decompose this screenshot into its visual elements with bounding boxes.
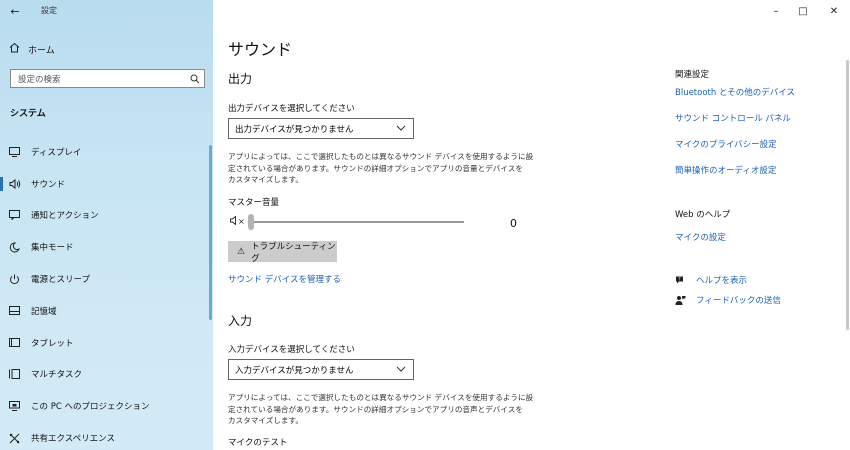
mic-test-label: マイクのテスト bbox=[228, 438, 288, 448]
input-device-dropdown[interactable]: 入力デバイスが見つかりません bbox=[228, 359, 414, 380]
master-volume-slider-thumb[interactable] bbox=[248, 214, 254, 230]
home-label: ホーム bbox=[28, 45, 55, 56]
multitask-icon bbox=[0, 369, 31, 380]
page-title: サウンド bbox=[228, 40, 293, 59]
sidebar-item-label: 集中モード bbox=[31, 243, 74, 254]
chevron-down-icon bbox=[396, 364, 406, 377]
bluetooth-devices-link[interactable]: Bluetooth とその他のデバイス bbox=[675, 86, 795, 98]
speaker-muted-mark: × bbox=[238, 217, 245, 226]
sidebar-nav: ディスプレイ サウンド 通知とアクション 集中モード 電源とスリープ 記憶域 タ… bbox=[0, 136, 213, 450]
chevron-down-icon bbox=[396, 123, 406, 136]
notification-icon bbox=[0, 210, 31, 221]
input-description-line: アプリによっては、ここで選択したものとは異なるサウンド デバイスを使用するように… bbox=[228, 393, 534, 402]
sidebar-item-label: 通知とアクション bbox=[31, 211, 99, 222]
sidebar-item-label: ディスプレイ bbox=[31, 147, 82, 158]
web-help-heading: Web のヘルプ bbox=[675, 210, 731, 220]
sidebar-item-label: 共有エクスペリエンス bbox=[31, 434, 115, 445]
sidebar-item-tablet[interactable]: タブレット bbox=[0, 327, 213, 359]
input-description: アプリによっては、ここで選択したものとは異なるサウンド デバイスを使用するように… bbox=[228, 392, 538, 427]
master-volume-label: マスター音量 bbox=[228, 198, 280, 208]
sound-control-panel-link[interactable]: サウンド コントロール パネル bbox=[675, 112, 791, 124]
feedback-person-icon bbox=[675, 295, 696, 306]
mic-privacy-link[interactable]: マイクのプライバシー設定 bbox=[675, 138, 777, 150]
sidebar-scrollbar[interactable] bbox=[209, 145, 212, 320]
sidebar-item-home[interactable]: ホーム bbox=[0, 38, 213, 60]
master-volume-value: 0 bbox=[510, 217, 517, 230]
get-help-label: ヘルプを表示 bbox=[696, 276, 748, 286]
sidebar-item-projection[interactable]: この PC へのプロジェクション bbox=[0, 390, 213, 422]
sidebar-item-storage[interactable]: 記憶域 bbox=[0, 295, 213, 327]
sidebar-item-power[interactable]: 電源とスリープ bbox=[0, 263, 213, 295]
sidebar-item-label: サウンド bbox=[31, 179, 66, 190]
main-scrollbar[interactable] bbox=[846, 60, 849, 330]
get-help-link[interactable]: ? ヘルプを表示 bbox=[675, 274, 747, 286]
search-input[interactable]: 設定の検索 bbox=[10, 69, 205, 88]
output-device-dropdown[interactable]: 出力デバイスが見つかりません bbox=[228, 118, 414, 139]
sound-icon bbox=[0, 178, 31, 189]
sidebar-item-label: 電源とスリープ bbox=[31, 275, 90, 286]
shared-experience-icon bbox=[0, 433, 31, 444]
sidebar-item-label: 記憶域 bbox=[31, 306, 57, 317]
related-settings-panel: 関連設定 Bluetooth とその他のデバイス サウンド コントロール パネル… bbox=[675, 0, 845, 450]
sidebar-item-shared-experiences[interactable]: 共有エクスペリエンス bbox=[0, 422, 213, 450]
output-device-value: 出力デバイスが見つかりません bbox=[235, 124, 354, 135]
sidebar-item-display[interactable]: ディスプレイ bbox=[0, 136, 213, 168]
home-icon bbox=[0, 42, 28, 56]
warning-icon: ⚠ bbox=[237, 246, 246, 257]
focus-moon-icon bbox=[0, 242, 31, 253]
output-device-label: 出力デバイスを選択してください bbox=[228, 104, 355, 114]
troubleshoot-button[interactable]: ⚠ トラブルシューティング bbox=[228, 241, 337, 264]
display-icon bbox=[0, 146, 31, 157]
power-icon bbox=[0, 274, 31, 285]
search-placeholder: 設定の検索 bbox=[18, 74, 61, 85]
back-arrow-icon: ← bbox=[10, 4, 20, 18]
app-title: 設定 bbox=[41, 6, 57, 15]
sidebar-titlebar: ← 設定 bbox=[0, 0, 213, 24]
output-description-line: アプリによっては、ここで選択したものとは異なるサウンド デバイスを使用するように… bbox=[228, 152, 534, 161]
input-device-label: 入力デバイスを選択してください bbox=[228, 345, 355, 355]
sidebar: ← 設定 ホーム 設定の検索 システム ディスプレイ サウンド 通知とアクション bbox=[0, 0, 213, 450]
output-description-line: 定されている場合があります。サウンドの詳細オプションでアプリの音量とデバイスを bbox=[228, 163, 523, 173]
input-description-line: 定されている場合があります。サウンドの詳細オプションでアプリの音声とデバイスを bbox=[228, 404, 523, 414]
speaker-muted-icon[interactable]: × bbox=[230, 215, 245, 226]
input-device-value: 入力デバイスが見つかりません bbox=[235, 365, 354, 376]
sidebar-item-focus[interactable]: 集中モード bbox=[0, 231, 213, 263]
mic-setup-link[interactable]: マイクの設定 bbox=[675, 231, 726, 243]
help-chat-icon: ? bbox=[675, 275, 696, 286]
master-volume-slider[interactable] bbox=[250, 221, 464, 223]
sidebar-item-multitask[interactable]: マルチタスク bbox=[0, 359, 213, 391]
sidebar-item-label: タブレット bbox=[31, 338, 74, 349]
projection-icon bbox=[0, 401, 31, 412]
sidebar-item-notifications[interactable]: 通知とアクション bbox=[0, 200, 213, 232]
feedback-label: フィードバックの送信 bbox=[696, 296, 781, 306]
sidebar-item-sound[interactable]: サウンド bbox=[0, 168, 213, 200]
search-icon[interactable] bbox=[186, 74, 204, 84]
input-heading: 入力 bbox=[228, 314, 253, 328]
sidebar-section-title: システム bbox=[10, 109, 46, 119]
related-settings-heading: 関連設定 bbox=[675, 70, 710, 80]
manage-sound-devices-link[interactable]: サウンド デバイスを管理する bbox=[228, 273, 341, 285]
output-description: アプリによっては、ここで選択したものとは異なるサウンド デバイスを使用するように… bbox=[228, 151, 538, 186]
feedback-link[interactable]: フィードバックの送信 bbox=[675, 294, 781, 306]
output-description-line: カスタマイズします。 bbox=[228, 175, 303, 184]
output-heading: 出力 bbox=[228, 72, 253, 86]
troubleshoot-label: トラブルシューティング bbox=[251, 241, 336, 264]
back-button[interactable]: ← bbox=[6, 3, 24, 19]
ease-of-access-audio-link[interactable]: 簡単操作のオーディオ設定 bbox=[675, 164, 776, 176]
sidebar-item-label: マルチタスク bbox=[31, 370, 83, 381]
storage-icon bbox=[0, 306, 31, 316]
input-description-line: カスタマイズします。 bbox=[228, 416, 303, 425]
sidebar-item-label: この PC へのプロジェクション bbox=[31, 402, 150, 413]
master-volume-row: × 0 bbox=[228, 213, 528, 233]
main-content: サウンド 出力 出力デバイスを選択してください 出力デバイスが見つかりません ア… bbox=[228, 0, 668, 450]
tablet-icon bbox=[0, 338, 31, 348]
